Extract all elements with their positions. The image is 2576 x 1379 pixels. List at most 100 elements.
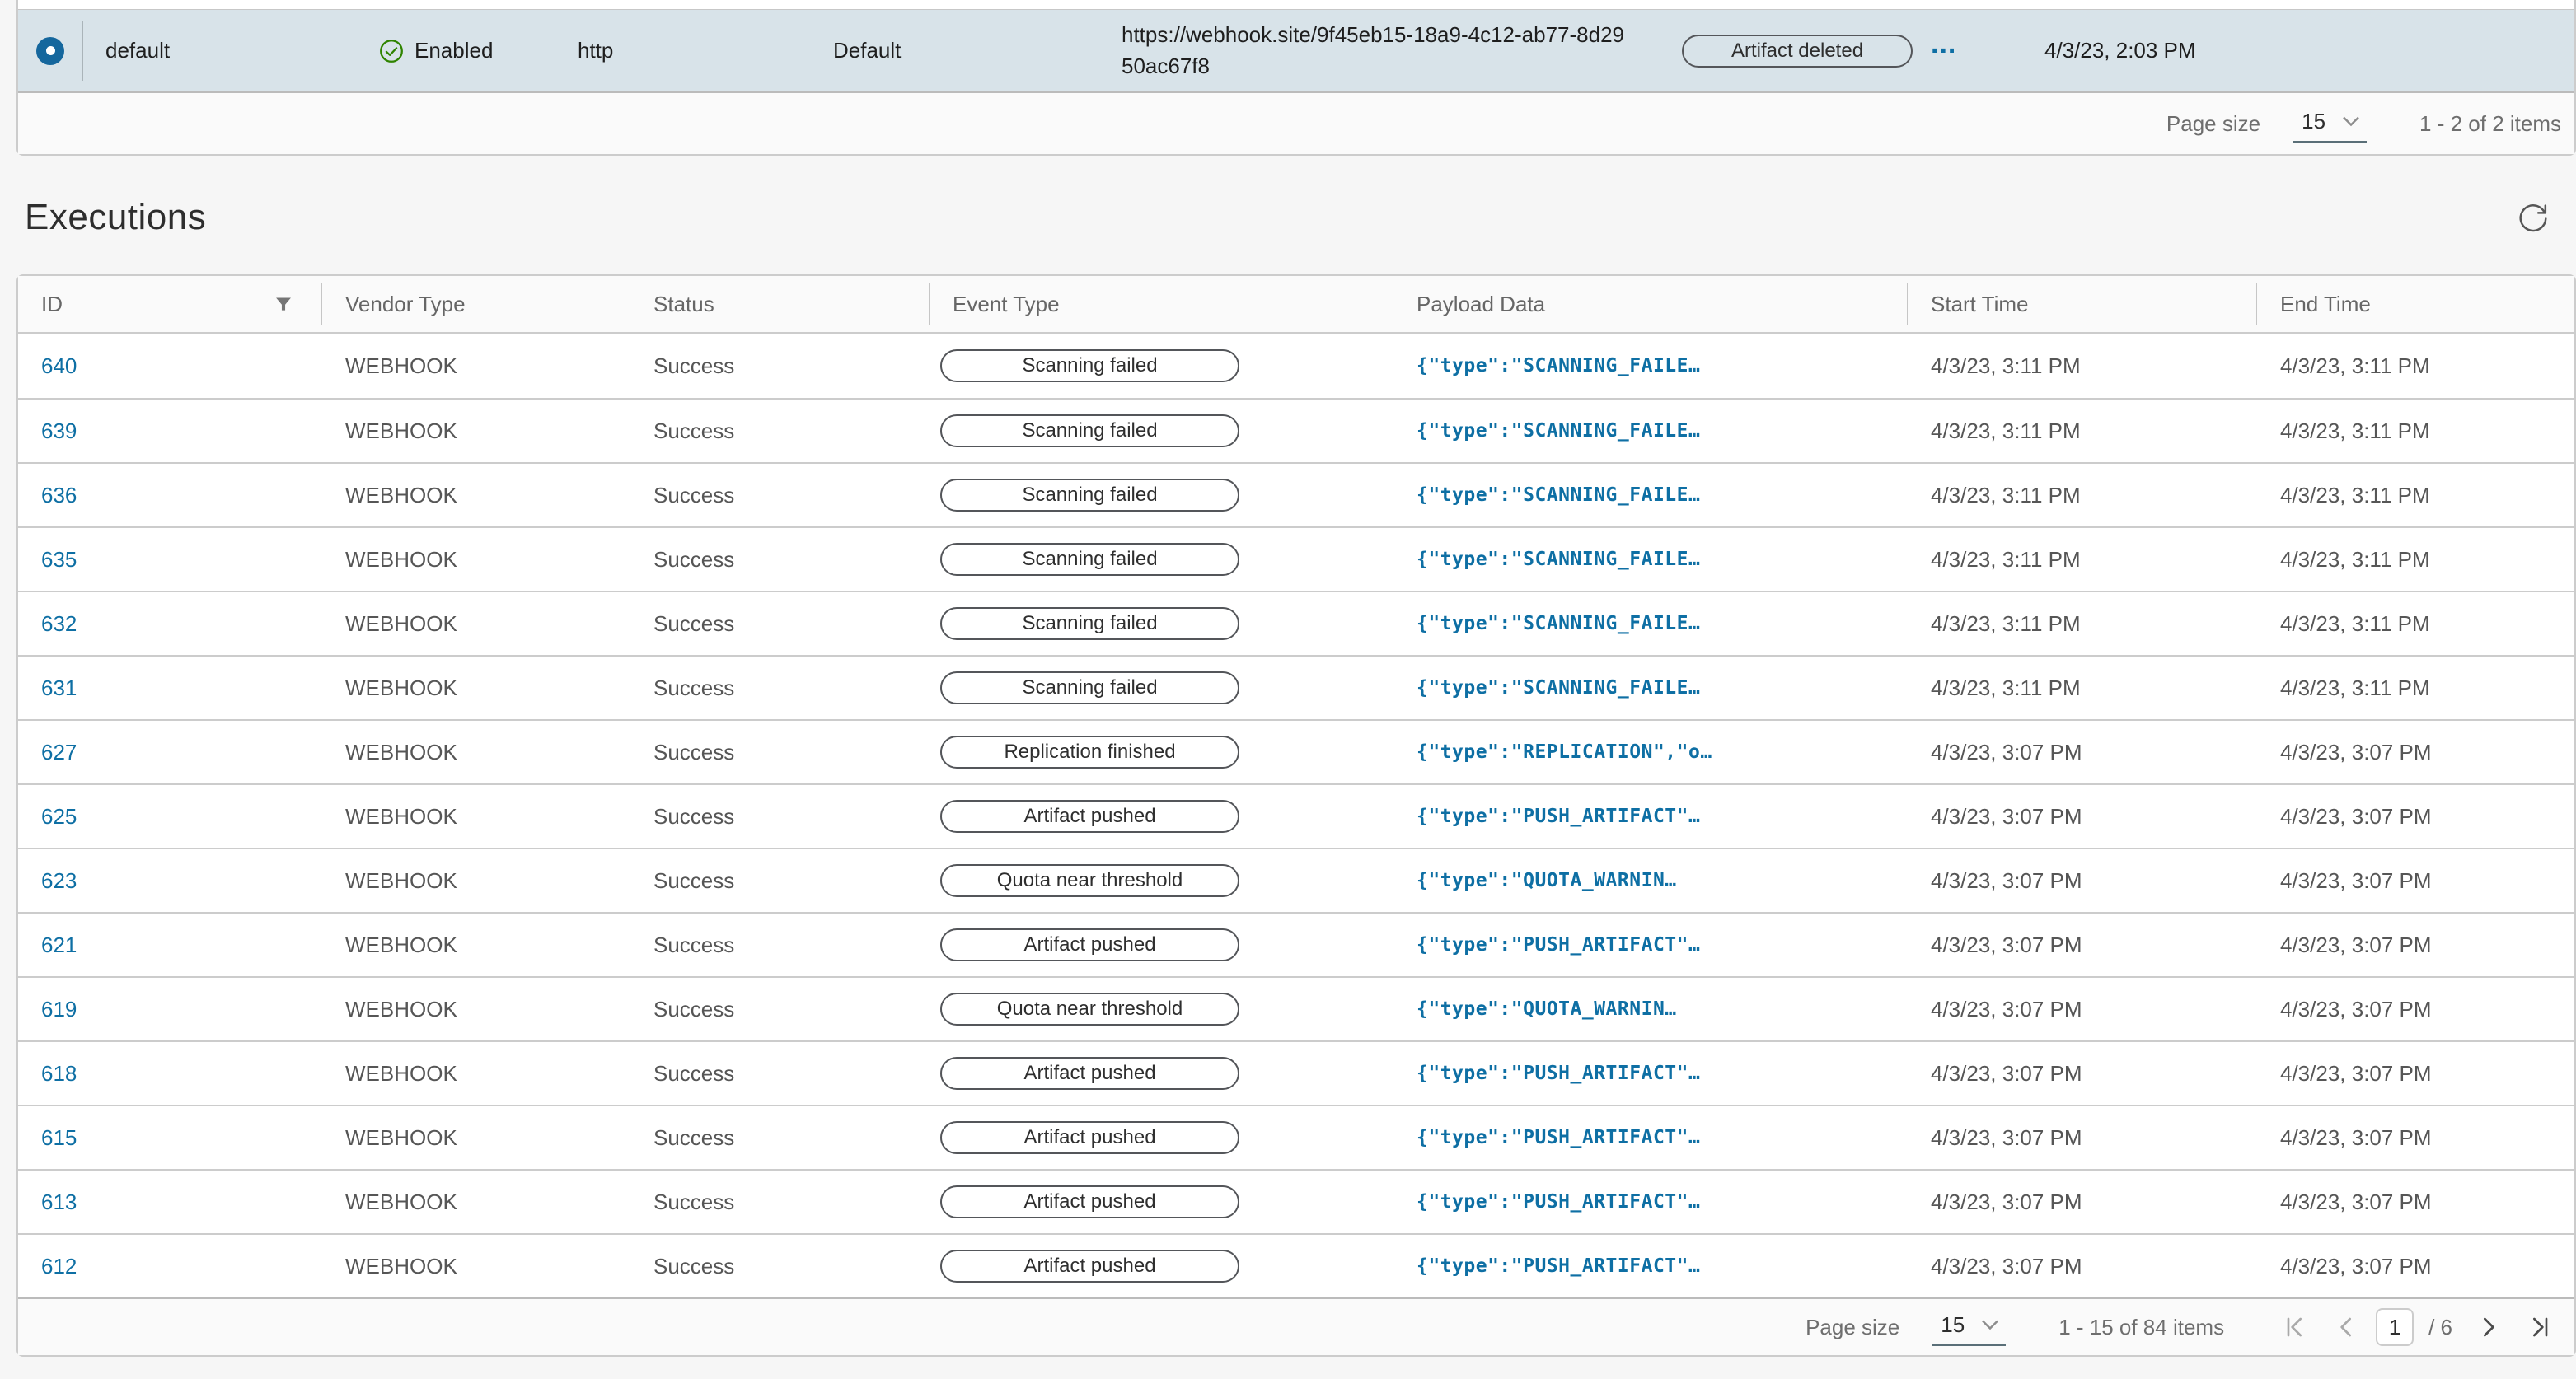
payload-data-link[interactable]: {"type":"SCANNING_FAILE… bbox=[1417, 484, 1700, 506]
filter-icon[interactable] bbox=[274, 295, 293, 313]
execution-id-link[interactable]: 627 bbox=[41, 740, 77, 765]
executions-table-card: ID Vendor Type Status Event Type Payload… bbox=[16, 274, 2576, 1357]
execution-id-link[interactable]: 631 bbox=[41, 675, 77, 701]
event-type-badge: Artifact pushed bbox=[940, 928, 1239, 961]
webhook-radio-selected[interactable] bbox=[36, 37, 64, 65]
event-type-badge: Artifact pushed bbox=[940, 1185, 1239, 1218]
execution-vendor-type: WEBHOOK bbox=[322, 675, 630, 701]
execution-end-time: 4/3/23, 3:07 PM bbox=[2257, 933, 2574, 958]
webhook-event-types-cell: Artifact deleted ... bbox=[1682, 35, 2044, 68]
execution-status: Success bbox=[630, 997, 930, 1022]
execution-vendor-type: WEBHOOK bbox=[322, 1125, 630, 1151]
execution-end-time: 4/3/23, 3:07 PM bbox=[2257, 1061, 2574, 1087]
event-type-badge: Scanning failed bbox=[940, 607, 1239, 640]
execution-end-time: 4/3/23, 3:07 PM bbox=[2257, 1254, 2574, 1279]
execution-start-time: 4/3/23, 3:07 PM bbox=[1908, 1061, 2257, 1087]
previous-page-button[interactable] bbox=[2325, 1306, 2368, 1349]
event-type-badge: Scanning failed bbox=[940, 543, 1239, 576]
execution-id-link[interactable]: 619 bbox=[41, 997, 77, 1022]
execution-start-time: 4/3/23, 3:11 PM bbox=[1908, 483, 2257, 508]
execution-start-time: 4/3/23, 3:07 PM bbox=[1908, 740, 2257, 765]
last-page-button[interactable] bbox=[2518, 1306, 2561, 1349]
payload-data-link[interactable]: {"type":"PUSH_ARTIFACT"… bbox=[1417, 1255, 1700, 1277]
execution-row: 631 WEBHOOK Success Scanning failed {"ty… bbox=[18, 655, 2574, 719]
execution-row: 625 WEBHOOK Success Artifact pushed {"ty… bbox=[18, 783, 2574, 848]
page-size-select[interactable]: 15 bbox=[2293, 105, 2367, 143]
current-page-input[interactable] bbox=[2376, 1308, 2414, 1346]
execution-vendor-type: WEBHOOK bbox=[322, 1254, 630, 1279]
payload-data-link[interactable]: {"type":"PUSH_ARTIFACT"… bbox=[1417, 934, 1700, 956]
executions-table-footer: Page size 15 1 - 15 of 84 items bbox=[18, 1297, 2574, 1355]
execution-vendor-type: WEBHOOK bbox=[322, 353, 630, 379]
event-type-badge: Scanning failed bbox=[940, 414, 1239, 447]
execution-end-time: 4/3/23, 3:07 PM bbox=[2257, 1190, 2574, 1215]
execution-start-time: 4/3/23, 3:11 PM bbox=[1908, 418, 2257, 444]
execution-id-link[interactable]: 618 bbox=[41, 1061, 77, 1087]
execution-id-link[interactable]: 632 bbox=[41, 611, 77, 637]
items-range-text: 1 - 15 of 84 items bbox=[2058, 1315, 2224, 1340]
execution-end-time: 4/3/23, 3:07 PM bbox=[2257, 740, 2574, 765]
execution-start-time: 4/3/23, 3:07 PM bbox=[1908, 933, 2257, 958]
column-header-id: ID bbox=[18, 276, 322, 332]
execution-id-link[interactable]: 625 bbox=[41, 804, 77, 830]
execution-id-link[interactable]: 640 bbox=[41, 353, 77, 379]
payload-data-link[interactable]: {"type":"PUSH_ARTIFACT"… bbox=[1417, 1127, 1700, 1148]
execution-status: Success bbox=[630, 675, 930, 701]
execution-status: Success bbox=[630, 868, 930, 894]
execution-vendor-type: WEBHOOK bbox=[322, 1190, 630, 1215]
execution-end-time: 4/3/23, 3:11 PM bbox=[2257, 353, 2574, 379]
execution-end-time: 4/3/23, 3:11 PM bbox=[2257, 611, 2574, 637]
payload-data-link[interactable]: {"type":"PUSH_ARTIFACT"… bbox=[1417, 1191, 1700, 1213]
execution-status: Success bbox=[630, 1061, 930, 1087]
payload-data-link[interactable]: {"type":"QUOTA_WARNIN… bbox=[1417, 998, 1677, 1020]
event-type-badge: Artifact pushed bbox=[940, 1250, 1239, 1283]
execution-row: 632 WEBHOOK Success Scanning failed {"ty… bbox=[18, 591, 2574, 655]
execution-end-time: 4/3/23, 3:07 PM bbox=[2257, 868, 2574, 894]
execution-vendor-type: WEBHOOK bbox=[322, 868, 630, 894]
total-pages-text: / 6 bbox=[2428, 1315, 2452, 1340]
page-size-select[interactable]: 15 bbox=[1932, 1309, 2006, 1346]
event-type-badge: Artifact deleted bbox=[1682, 35, 1913, 68]
executions-table-body: 640 WEBHOOK Success Scanning failed {"ty… bbox=[18, 334, 2574, 1297]
payload-data-link[interactable]: {"type":"SCANNING_FAILE… bbox=[1417, 613, 1700, 634]
execution-id-link[interactable]: 621 bbox=[41, 933, 77, 958]
execution-id-link[interactable]: 615 bbox=[41, 1125, 77, 1151]
execution-id-link[interactable]: 639 bbox=[41, 418, 77, 444]
payload-data-link[interactable]: {"type":"REPLICATION","o… bbox=[1417, 741, 1712, 763]
execution-id-link[interactable]: 612 bbox=[41, 1254, 77, 1279]
execution-row: 612 WEBHOOK Success Artifact pushed {"ty… bbox=[18, 1233, 2574, 1297]
payload-data-link[interactable]: {"type":"SCANNING_FAILE… bbox=[1417, 355, 1700, 376]
execution-status: Success bbox=[630, 740, 930, 765]
execution-start-time: 4/3/23, 3:07 PM bbox=[1908, 1254, 2257, 1279]
chevron-down-icon bbox=[2340, 114, 2362, 129]
execution-id-link[interactable]: 636 bbox=[41, 483, 77, 508]
page-size-value: 15 bbox=[2302, 109, 2325, 134]
payload-data-link[interactable]: {"type":"PUSH_ARTIFACT"… bbox=[1417, 1063, 1700, 1084]
column-header-event-type: Event Type bbox=[930, 276, 1393, 332]
next-page-button[interactable] bbox=[2467, 1306, 2510, 1349]
execution-id-link[interactable]: 613 bbox=[41, 1190, 77, 1215]
execution-status: Success bbox=[630, 353, 930, 379]
execution-vendor-type: WEBHOOK bbox=[322, 804, 630, 830]
execution-end-time: 4/3/23, 3:07 PM bbox=[2257, 997, 2574, 1022]
webhook-endpoint-url: https://webhook.site/9f45eb15-18a9-4c12-… bbox=[1122, 20, 1682, 82]
items-range-text: 1 - 2 of 2 items bbox=[2419, 111, 2561, 137]
payload-data-link[interactable]: {"type":"SCANNING_FAILE… bbox=[1417, 549, 1700, 570]
column-header-status: Status bbox=[630, 276, 930, 332]
event-type-badge: Scanning failed bbox=[940, 479, 1239, 512]
first-page-button[interactable] bbox=[2274, 1306, 2316, 1349]
execution-row: 618 WEBHOOK Success Artifact pushed {"ty… bbox=[18, 1040, 2574, 1105]
execution-vendor-type: WEBHOOK bbox=[322, 547, 630, 573]
refresh-icon[interactable] bbox=[2513, 198, 2553, 237]
webhook-row-selected[interactable]: default Enabled http Default https://web… bbox=[18, 9, 2574, 91]
payload-data-link[interactable]: {"type":"SCANNING_FAILE… bbox=[1417, 420, 1700, 442]
execution-id-link[interactable]: 635 bbox=[41, 547, 77, 573]
payload-data-link[interactable]: {"type":"QUOTA_WARNIN… bbox=[1417, 870, 1677, 891]
payload-data-link[interactable]: {"type":"PUSH_ARTIFACT"… bbox=[1417, 806, 1700, 827]
execution-status: Success bbox=[630, 418, 930, 444]
execution-id-link[interactable]: 623 bbox=[41, 868, 77, 894]
payload-data-link[interactable]: {"type":"SCANNING_FAILE… bbox=[1417, 677, 1700, 699]
column-header-end-time: End Time bbox=[2257, 276, 2574, 332]
more-event-types-button[interactable]: ... bbox=[1931, 40, 1956, 63]
executions-section-header: Executions bbox=[25, 194, 2553, 241]
